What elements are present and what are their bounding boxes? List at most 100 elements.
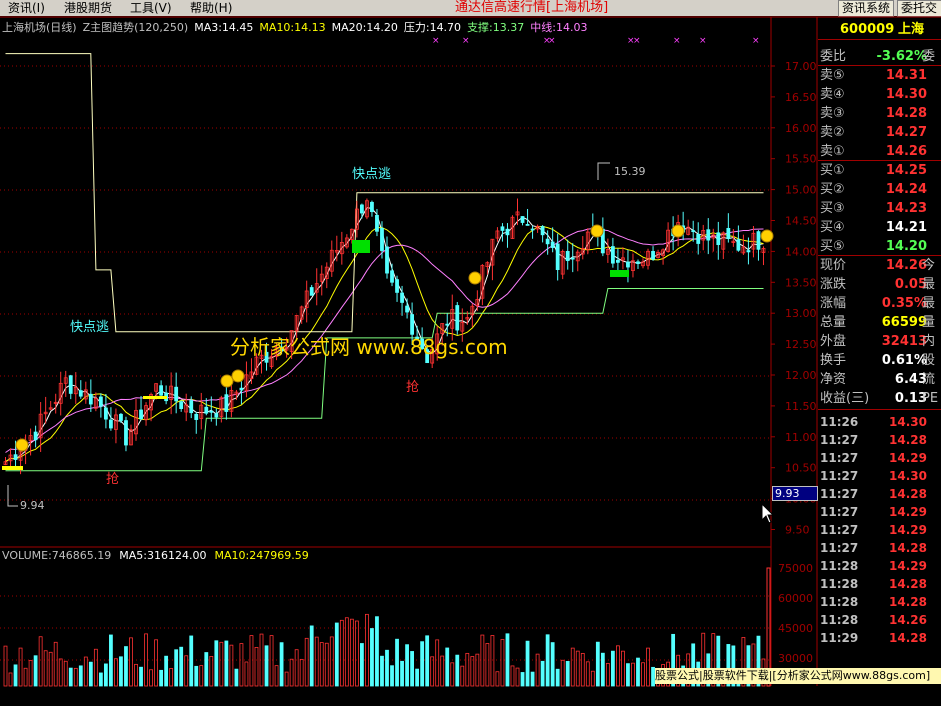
volume-bar — [68, 667, 73, 687]
volume-bar — [194, 665, 199, 687]
buy-level-4-label: 买④ — [820, 220, 845, 235]
volume-header: VOLUME:746865.19 MA5:316124.00 MA10:247969… — [2, 549, 317, 563]
stat-row-label: 涨跌 — [820, 277, 847, 292]
candle-body — [400, 292, 404, 303]
candle-body — [636, 261, 640, 264]
stat-row-label: 总量 — [820, 315, 847, 330]
volume-bar — [600, 652, 605, 687]
volume-bar — [93, 648, 98, 687]
volume-bar — [525, 640, 530, 687]
quote-divider — [818, 160, 941, 161]
tick-price: 14.28 — [889, 595, 927, 609]
price-tick-label: 15.00 — [785, 184, 817, 197]
volume-bar — [63, 660, 68, 687]
footer-banner[interactable]: 股票公式|股票软件下载|[分析家公式网www.88gs.com] — [655, 668, 941, 684]
volume-bar — [38, 636, 43, 687]
stat-row-extra: 最 — [922, 296, 936, 311]
tick-price: 14.28 — [889, 541, 927, 555]
sell-flag-icon — [610, 270, 629, 277]
signal-x-marker: × — [633, 36, 641, 46]
volume-bar — [324, 642, 329, 687]
sell-level-1-value: 14.26 — [885, 144, 927, 159]
candle-body — [68, 375, 73, 394]
tick-row: 11:27 14.29 — [818, 503, 941, 521]
volume-bar — [169, 668, 174, 687]
buy-level-5-value: 14.20 — [885, 239, 927, 254]
volume-bar — [209, 656, 214, 687]
quote-divider — [818, 65, 941, 66]
candle-body — [525, 224, 530, 226]
tick-time: 11:28 — [820, 577, 859, 591]
buy-coin-icon — [468, 271, 482, 285]
quote-divider — [818, 255, 941, 256]
volume-bar — [460, 665, 465, 687]
volume-bar — [119, 656, 123, 687]
volume-bar — [78, 665, 83, 687]
candle-body — [555, 243, 560, 271]
tick-time: 11:27 — [820, 469, 859, 483]
volume-bar — [114, 658, 118, 687]
sell-level-4-value: 14.30 — [885, 87, 927, 102]
volume-bar — [385, 649, 389, 687]
buy-level-3-label: 买③ — [820, 201, 845, 216]
volume-bar — [490, 635, 495, 687]
volume-bar — [244, 661, 249, 687]
candle-body — [109, 419, 113, 429]
signal-x-marker: × — [752, 36, 760, 46]
candle-body — [98, 396, 103, 407]
stock-name: 上海 — [898, 22, 925, 37]
volume-bar — [400, 660, 404, 687]
support-value: 支撑:13.37 — [467, 21, 525, 34]
high-price-label: 15.39 — [614, 165, 646, 178]
volume-bar — [375, 616, 379, 687]
tick-time: 11:27 — [820, 433, 859, 447]
candle-body — [565, 251, 570, 262]
quote-title: 600009 上海 — [818, 21, 941, 40]
volume-ma10: MA10:247969.59 — [214, 549, 309, 562]
signal-x-marker: × — [699, 36, 707, 46]
price-axis: 17.00 16.50 16.00 15.50 15.00 14.50 14.00 13.50… — [771, 60, 817, 665]
candle-body — [550, 241, 555, 248]
buy-level-2-value: 14.24 — [885, 182, 927, 197]
tick-time: 11:27 — [820, 523, 859, 537]
price-tick-label: 13.00 — [785, 307, 817, 320]
volume-bar — [229, 644, 234, 687]
volume-value: VOLUME:746865.19 — [2, 549, 112, 562]
candle-body — [179, 401, 184, 409]
sell-level-2-label: 卖② — [820, 125, 845, 140]
volume-bar — [174, 649, 179, 687]
sell-level-5-value: 14.31 — [885, 68, 927, 83]
candle-body — [445, 323, 450, 326]
volume-bar — [470, 656, 475, 687]
volume-bar — [18, 647, 23, 687]
tick-row: 11:27 14.28 — [818, 431, 941, 449]
price-tick-label: 14.00 — [785, 245, 817, 258]
volume-bar — [636, 657, 640, 687]
sell-level-3-label: 卖③ — [820, 106, 845, 121]
tick-price: 14.28 — [889, 631, 927, 645]
stat-row-value: 0.61% — [881, 353, 927, 368]
volume-bar — [535, 653, 540, 687]
tick-price: 14.29 — [889, 505, 927, 519]
volume-bar — [520, 672, 525, 687]
candle-body — [385, 246, 389, 274]
volume-bar — [129, 637, 133, 687]
signal-x-marker: × — [432, 36, 440, 46]
buy-coin-icon — [590, 224, 604, 238]
sell-level-5-label: 卖⑤ — [820, 68, 845, 83]
stat-row-value: 14.26 — [885, 258, 927, 273]
tick-price: 14.29 — [889, 523, 927, 537]
volume-bar — [480, 634, 485, 687]
webi-label: 委比 — [820, 49, 847, 64]
candle-body — [309, 287, 314, 296]
price-tick-label: 16.00 — [785, 122, 817, 135]
volume-bar — [304, 637, 309, 687]
volume-bar — [485, 643, 490, 687]
stat-row-label: 外盘 — [820, 334, 847, 349]
volume-tick-label: 75000 — [778, 562, 813, 575]
volume-bar — [264, 645, 269, 687]
sell-level-2: 卖② 14.27 — [818, 124, 941, 142]
candle-body — [204, 406, 209, 414]
volume-bar — [334, 622, 339, 687]
quote-panel: 600009 上海 委比 -3.62% 委 卖⑤ 14.31 卖④ 14.30 卖③ 14… — [818, 21, 941, 685]
